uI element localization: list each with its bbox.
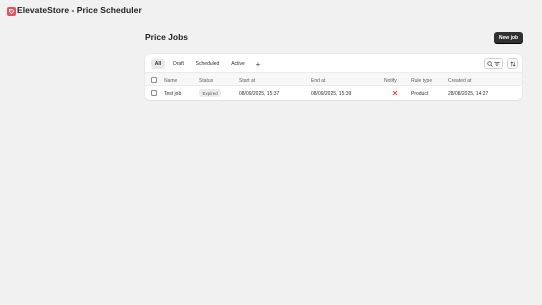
column-header-start-at[interactable]: Start at (239, 78, 255, 84)
rule-type-value: Product (411, 90, 429, 97)
created-at-value: 28/08/2025, 14:27 (448, 90, 489, 97)
column-header-rule-type[interactable]: Rule type (411, 78, 432, 84)
app-title: ElevateStore - Price Scheduler (17, 5, 142, 15)
top-bar: ElevateStore - Price Scheduler (0, 0, 542, 22)
search-icon (487, 60, 493, 67)
sort-button[interactable] (507, 58, 518, 69)
new-job-button[interactable]: New job (494, 32, 523, 43)
column-header-status[interactable]: Status (199, 78, 213, 84)
tab-scheduled[interactable]: Scheduled (192, 59, 223, 69)
status-badge: Expired (199, 89, 222, 97)
jobs-card: All Draft Scheduled Active + Name Status… (145, 54, 522, 100)
column-header-created-at[interactable]: Created at (448, 78, 471, 84)
end-at-value: 08/09/2025, 15:39 (311, 90, 352, 97)
column-header-notify[interactable]: Notify (384, 78, 397, 84)
tab-all[interactable]: All (151, 59, 165, 69)
sort-icon (509, 61, 516, 66)
column-header-end-at[interactable]: End at (311, 78, 325, 84)
page-title: Price Jobs (145, 32, 188, 42)
table-row[interactable]: Test job Expired 08/09/2025, 15:37 08/09… (145, 86, 522, 100)
filter-icon (494, 61, 500, 66)
tab-draft[interactable]: Draft (169, 59, 188, 69)
table-header: Name Status Start at End at Notify Rule … (145, 72, 522, 86)
add-view-button[interactable]: + (253, 59, 263, 69)
job-name[interactable]: Test job (164, 91, 181, 97)
app-logo-icon (7, 7, 16, 16)
start-at-value: 08/09/2025, 15:37 (239, 90, 280, 97)
column-header-name[interactable]: Name (164, 78, 177, 84)
notify-x-icon (392, 90, 398, 96)
search-filter-button[interactable] (484, 58, 503, 69)
row-checkbox[interactable] (151, 90, 157, 96)
select-all-checkbox[interactable] (151, 76, 157, 83)
tab-active[interactable]: Active (227, 59, 249, 69)
